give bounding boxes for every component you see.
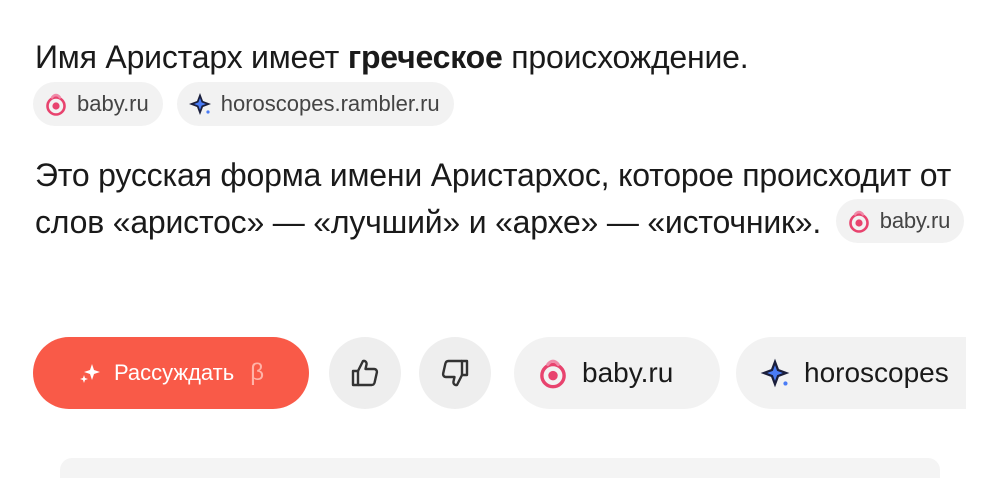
- answer-text: Имя Аристарх имеет: [35, 39, 348, 75]
- rambler-sparkle-icon: [187, 91, 213, 117]
- source-chip-horoscopes[interactable]: horoscopes.rambler.ru: [176, 82, 454, 126]
- source-chip-label: baby.ru: [879, 208, 951, 234]
- sources-row: baby.ru horoscopes.rambler.ru: [33, 82, 454, 126]
- baby-ru-logo-icon: [536, 356, 570, 390]
- sparkles-icon: [78, 361, 102, 385]
- source-chip-baby-ru-inline[interactable]: baby.ru: [835, 198, 965, 243]
- beta-badge: β: [250, 359, 265, 386]
- source-chip-label: horoscopes.rambler.ru: [220, 91, 440, 116]
- reason-button[interactable]: Рассуждать β: [33, 337, 309, 409]
- baby-ru-logo-icon: [43, 91, 69, 117]
- source-card-label: horoscopes: [804, 357, 949, 388]
- answer-paragraph-2: Это русская форма имени Аристархос, кото…: [35, 152, 975, 247]
- answer-text: происхождение.: [502, 39, 749, 75]
- actions-bar: Рассуждать β baby.ru horoscopes: [33, 336, 966, 410]
- dislike-button[interactable]: [419, 337, 491, 409]
- source-chip-label: baby.ru: [77, 91, 149, 116]
- reason-button-label: Рассуждать: [113, 360, 235, 385]
- like-button[interactable]: [329, 337, 401, 409]
- answer-line-1: Имя Аристарх имеет греческое происхожден…: [35, 34, 749, 81]
- source-card-baby-ru[interactable]: baby.ru: [514, 337, 720, 409]
- rambler-sparkle-icon: [758, 356, 792, 390]
- answer-bold-text: греческое: [347, 39, 503, 75]
- answer-text: Это русская форма имени Аристархос, кото…: [35, 157, 952, 240]
- source-card-label: baby.ru: [582, 357, 674, 388]
- source-chip-baby-ru[interactable]: baby.ru: [33, 82, 163, 126]
- baby-ru-logo-icon: [846, 208, 872, 234]
- source-card-horoscopes[interactable]: horoscopes: [736, 337, 966, 409]
- bottom-panel-edge: [60, 458, 940, 478]
- thumbs-down-icon: [438, 356, 472, 390]
- thumbs-up-icon: [348, 356, 382, 390]
